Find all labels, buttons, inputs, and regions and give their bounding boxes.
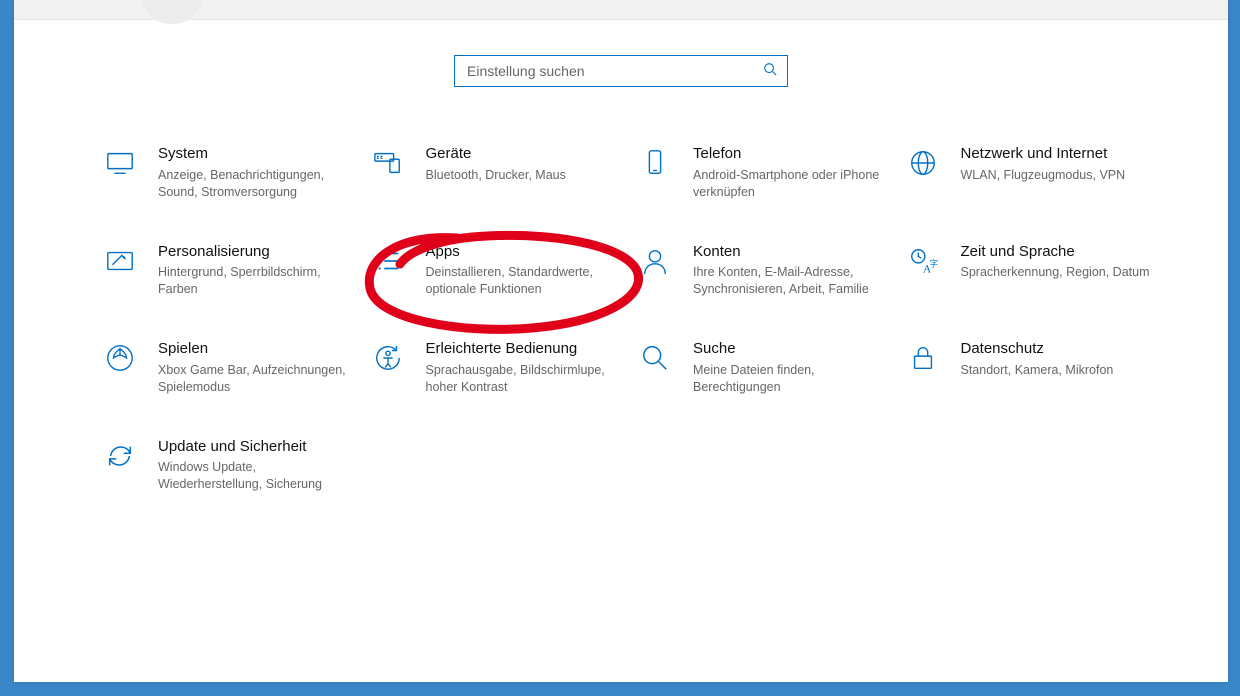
tile-title: Apps (426, 243, 616, 262)
search-container (14, 55, 1228, 87)
tile-system[interactable]: System Anzeige, Benachrichtigungen, Soun… (104, 145, 354, 201)
tile-title: System (158, 145, 348, 164)
tile-telefon[interactable]: Telefon Android-Smartphone oder iPhone v… (639, 145, 889, 201)
tile-desc: Android-Smartphone oder iPhone verknüpfe… (693, 167, 883, 201)
apps-icon (372, 245, 404, 277)
search-icon (763, 62, 777, 81)
search-input[interactable] (465, 62, 749, 80)
settings-grid: System Anzeige, Benachrichtigungen, Soun… (104, 145, 1164, 493)
window-titlebar (14, 0, 1228, 20)
tile-spielen[interactable]: Spielen Xbox Game Bar, Aufzeichnungen, S… (104, 340, 354, 396)
tile-desc: Deinstallieren, Standardwerte, optionale… (426, 264, 616, 298)
tile-geraete[interactable]: Geräte Bluetooth, Drucker, Maus (372, 145, 622, 201)
tile-title: Erleichterte Bedienung (426, 340, 616, 359)
tile-title: Netzwerk und Internet (961, 145, 1126, 164)
system-icon (104, 147, 136, 179)
tile-title: Zeit und Sprache (961, 243, 1150, 262)
tile-desc: Sprachausgabe, Bildschirmlupe, hoher Kon… (426, 362, 616, 396)
privacy-icon (907, 342, 939, 374)
personalization-icon (104, 245, 136, 277)
tile-erleichterte-bedienung[interactable]: Erleichterte Bedienung Sprachausgabe, Bi… (372, 340, 622, 396)
tile-apps[interactable]: Apps Deinstallieren, Standardwerte, opti… (372, 243, 622, 299)
tile-desc: Xbox Game Bar, Aufzeichnungen, Spielemod… (158, 362, 348, 396)
search-tile-icon (639, 342, 671, 374)
tile-desc: Bluetooth, Drucker, Maus (426, 167, 566, 184)
tile-desc: Windows Update, Wiederherstellung, Siche… (158, 459, 348, 493)
tile-title: Spielen (158, 340, 348, 359)
tile-title: Telefon (693, 145, 883, 164)
tile-desc: Meine Dateien finden, Berechtigungen (693, 362, 883, 396)
tile-title: Geräte (426, 145, 566, 164)
tile-personalisierung[interactable]: Personalisierung Hintergrund, Sperrbilds… (104, 243, 354, 299)
tile-title: Datenschutz (961, 340, 1114, 359)
tile-suche[interactable]: Suche Meine Dateien finden, Berechtigung… (639, 340, 889, 396)
tile-title: Konten (693, 243, 883, 262)
time-language-icon: A 字 (907, 245, 939, 277)
tile-title: Personalisierung (158, 243, 348, 262)
user-avatar-placeholder (142, 0, 202, 24)
tile-desc: WLAN, Flugzeugmodus, VPN (961, 167, 1126, 184)
tile-netzwerk[interactable]: Netzwerk und Internet WLAN, Flugzeugmodu… (907, 145, 1157, 201)
tile-zeit-sprache[interactable]: A 字 Zeit und Sprache Spracherkennung, Re… (907, 243, 1157, 299)
tile-desc: Standort, Kamera, Mikrofon (961, 362, 1114, 379)
tile-desc: Anzeige, Benachrichtigungen, Sound, Stro… (158, 167, 348, 201)
tile-desc: Hintergrund, Sperrbildschirm, Farben (158, 264, 348, 298)
settings-window: System Anzeige, Benachrichtigungen, Soun… (14, 0, 1228, 682)
update-icon (104, 440, 136, 472)
tile-desc: Spracherkennung, Region, Datum (961, 264, 1150, 281)
tile-datenschutz[interactable]: Datenschutz Standort, Kamera, Mikrofon (907, 340, 1157, 396)
accounts-icon (639, 245, 671, 277)
tile-update-sicherheit[interactable]: Update und Sicherheit Windows Update, Wi… (104, 438, 354, 494)
tile-title: Suche (693, 340, 883, 359)
devices-icon (372, 147, 404, 179)
search-box[interactable] (454, 55, 788, 87)
globe-icon (907, 147, 939, 179)
phone-icon (639, 147, 671, 179)
ease-of-access-icon (372, 342, 404, 374)
svg-text:字: 字 (929, 258, 937, 268)
tile-desc: Ihre Konten, E-Mail-Adresse, Synchronisi… (693, 264, 883, 298)
tile-title: Update und Sicherheit (158, 438, 348, 457)
tile-konten[interactable]: Konten Ihre Konten, E-Mail-Adresse, Sync… (639, 243, 889, 299)
gaming-icon (104, 342, 136, 374)
